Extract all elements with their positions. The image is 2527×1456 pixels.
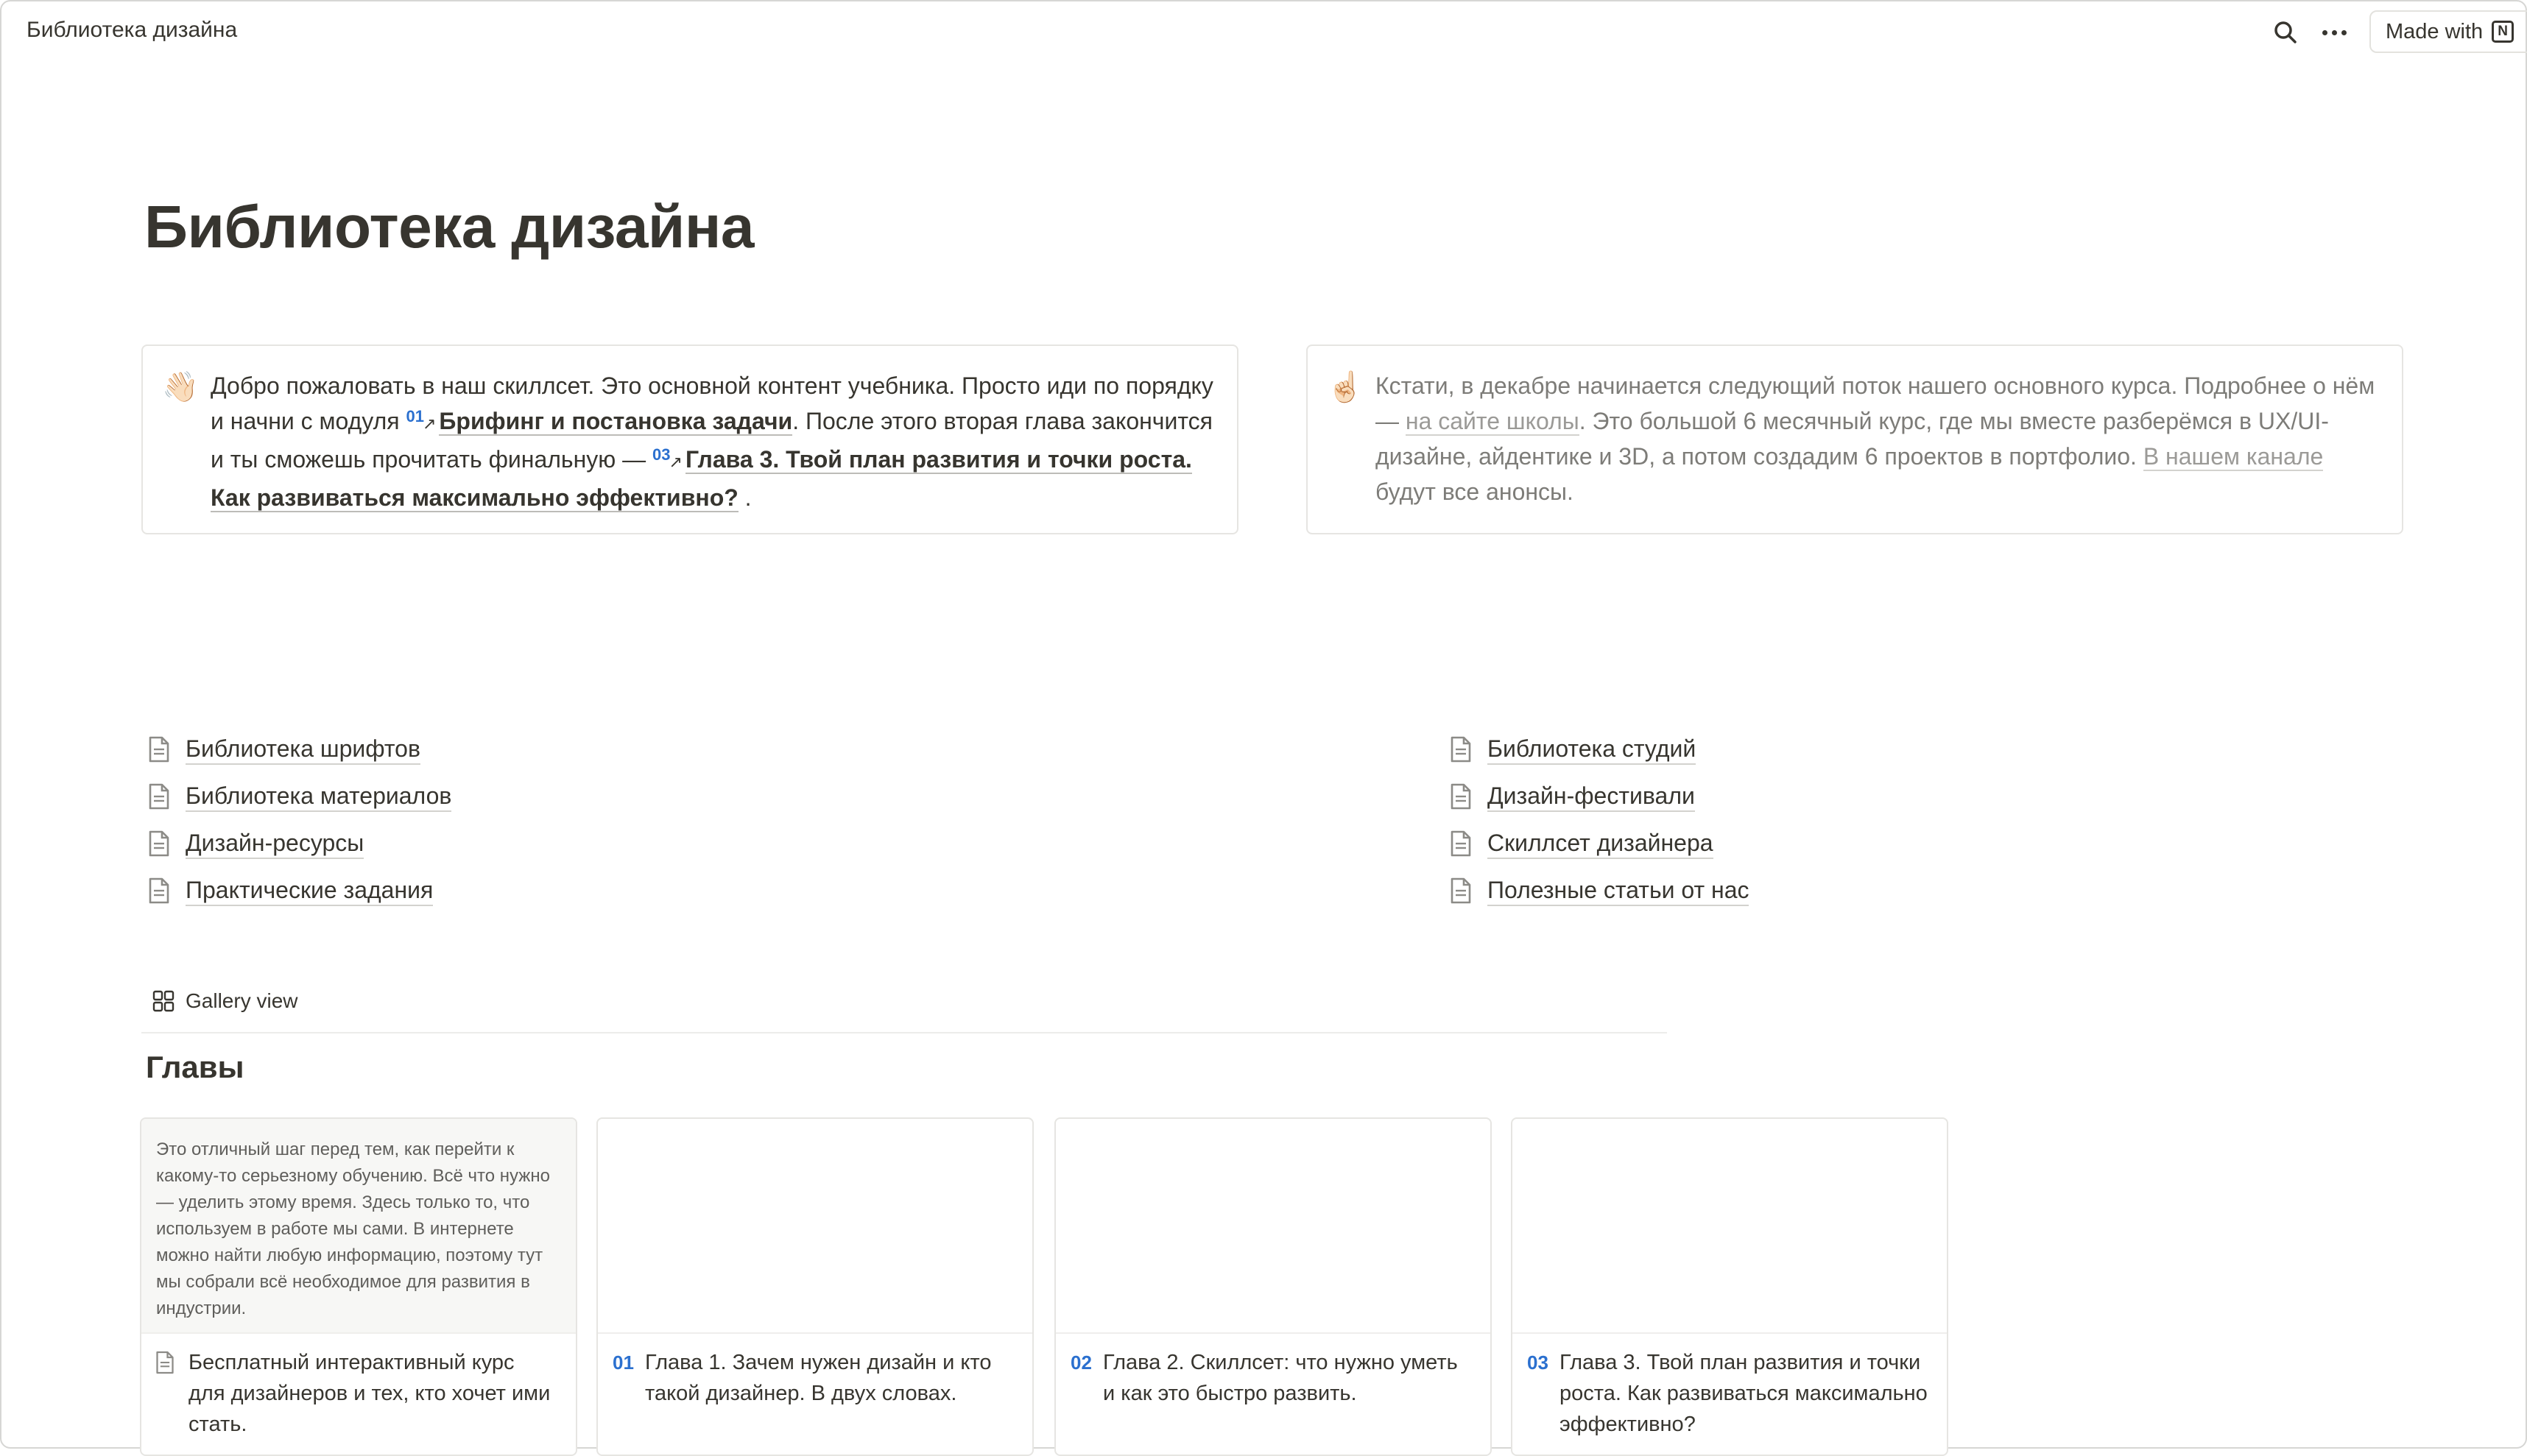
more-icon[interactable] [2318,19,2350,46]
module-number: 03 [652,445,671,464]
divider [141,1032,1667,1033]
card-preview [1512,1119,1947,1334]
gallery-card[interactable]: Это отличный шаг перед тем, как перейти … [140,1117,577,1456]
card-preview: Это отличный шаг перед тем, как перейти … [141,1119,576,1334]
gallery-view-label: Gallery view [186,989,298,1012]
page-link-label: Практические задания [186,875,434,906]
gallery-card[interactable]: 02 Глава 2. Скиллсет: что нужно уметь и … [1054,1117,1492,1456]
gallery-view-tab[interactable]: Gallery view [152,989,297,1013]
page-link[interactable]: Скиллсет дизайнера [1449,820,1749,867]
page-link-label: Библиотека шрифтов [186,734,420,765]
page-link-label: Библиотека материалов [186,781,452,812]
card-preview [1056,1119,1490,1334]
card-title: Глава 1. Зачем нужен дизайн и кто такой … [645,1351,992,1405]
chapter-badge: 03 [1527,1351,1548,1374]
page-links-left: Библиотека шрифтов Библиотека материалов… [147,726,452,914]
link-arrow-icon: ↗ [422,414,437,433]
page-icon [149,736,169,763]
page-icon [1451,877,1471,904]
pointing-up-icon: ☝🏻 [1327,371,1364,403]
page-icon [149,783,169,810]
page-icon [1451,736,1471,763]
page-link[interactable]: Дизайн-ресурсы [147,820,451,867]
card-title: Бесплатный интерактивный курс для дизайн… [188,1351,551,1436]
page-icon [1451,830,1471,857]
gallery-card[interactable]: 03 Глава 3. Твой план развития и точки р… [1511,1117,1948,1456]
card-preview [598,1119,1032,1334]
page-icon [1451,783,1471,810]
gallery-card[interactable]: 01 Глава 1. Зачем нужен дизайн и кто так… [596,1117,1034,1456]
page-link[interactable]: Полезные статьи от нас [1449,867,1749,914]
welcome-callout: 👋🏻 Добро пожаловать в наш скиллсет. Это … [141,344,1238,534]
gallery-title: Главы [146,1050,244,1084]
page-link-label: Дизайн-ресурсы [186,828,364,859]
page-link-label: Скиллсет дизайнера [1487,828,1713,859]
page-link[interactable]: Дизайн-фестивали [1449,773,1749,820]
chapter-badge: 01 [613,1351,634,1374]
course-callout-text: Кстати, в декабре начинается следующий п… [1375,372,2375,505]
course-callout: ☝🏻 Кстати, в декабре начинается следующи… [1306,344,2403,534]
breadcrumb[interactable]: Библиотека дизайна [27,18,237,43]
chapter-badge: 02 [1071,1351,1092,1374]
card-title: Глава 2. Скиллсет: что нужно уметь и как… [1103,1351,1458,1405]
page-icon [149,877,169,904]
mention-briefing[interactable]: Брифинг и постановка задачи [439,408,793,436]
page-title: Библиотека дизайна [144,194,754,261]
page-icon [149,830,169,857]
module-number: 01 [406,407,424,425]
card-title: Глава 3. Твой план развития и точки рост… [1559,1351,1928,1436]
made-with-notion-button[interactable]: Made with N [2369,10,2527,53]
page-icon [156,1351,174,1374]
page-link[interactable]: Библиотека шрифтов [147,726,451,773]
welcome-callout-text: Добро пожаловать в наш скиллсет. Это осн… [211,372,1213,512]
page-link-label: Библиотека студий [1487,734,1696,765]
page-link-label: Дизайн-фестивали [1487,781,1695,812]
page-link-label: Полезные статьи от нас [1487,875,1749,906]
page-links-right: Библиотека студий Дизайн-фестивали Скилл… [1449,726,1749,914]
school-site-link[interactable]: на сайте школы [1405,408,1579,436]
gallery-view-icon [152,990,175,1012]
link-arrow-icon: ↗ [669,453,683,471]
page-link[interactable]: Практические задания [147,867,451,914]
top-bar: Библиотека дизайна Made with N [0,0,2527,65]
search-icon[interactable] [2272,18,2299,47]
waving-hand-icon: 👋🏻 [162,371,199,403]
notion-logo-icon: N [2492,21,2514,43]
page-link[interactable]: Библиотека материалов [147,773,452,820]
page-link[interactable]: Библиотека студий [1449,726,1749,773]
channel-link[interactable]: В нашем канале [2143,443,2324,471]
made-with-label: Made with [2386,19,2484,43]
